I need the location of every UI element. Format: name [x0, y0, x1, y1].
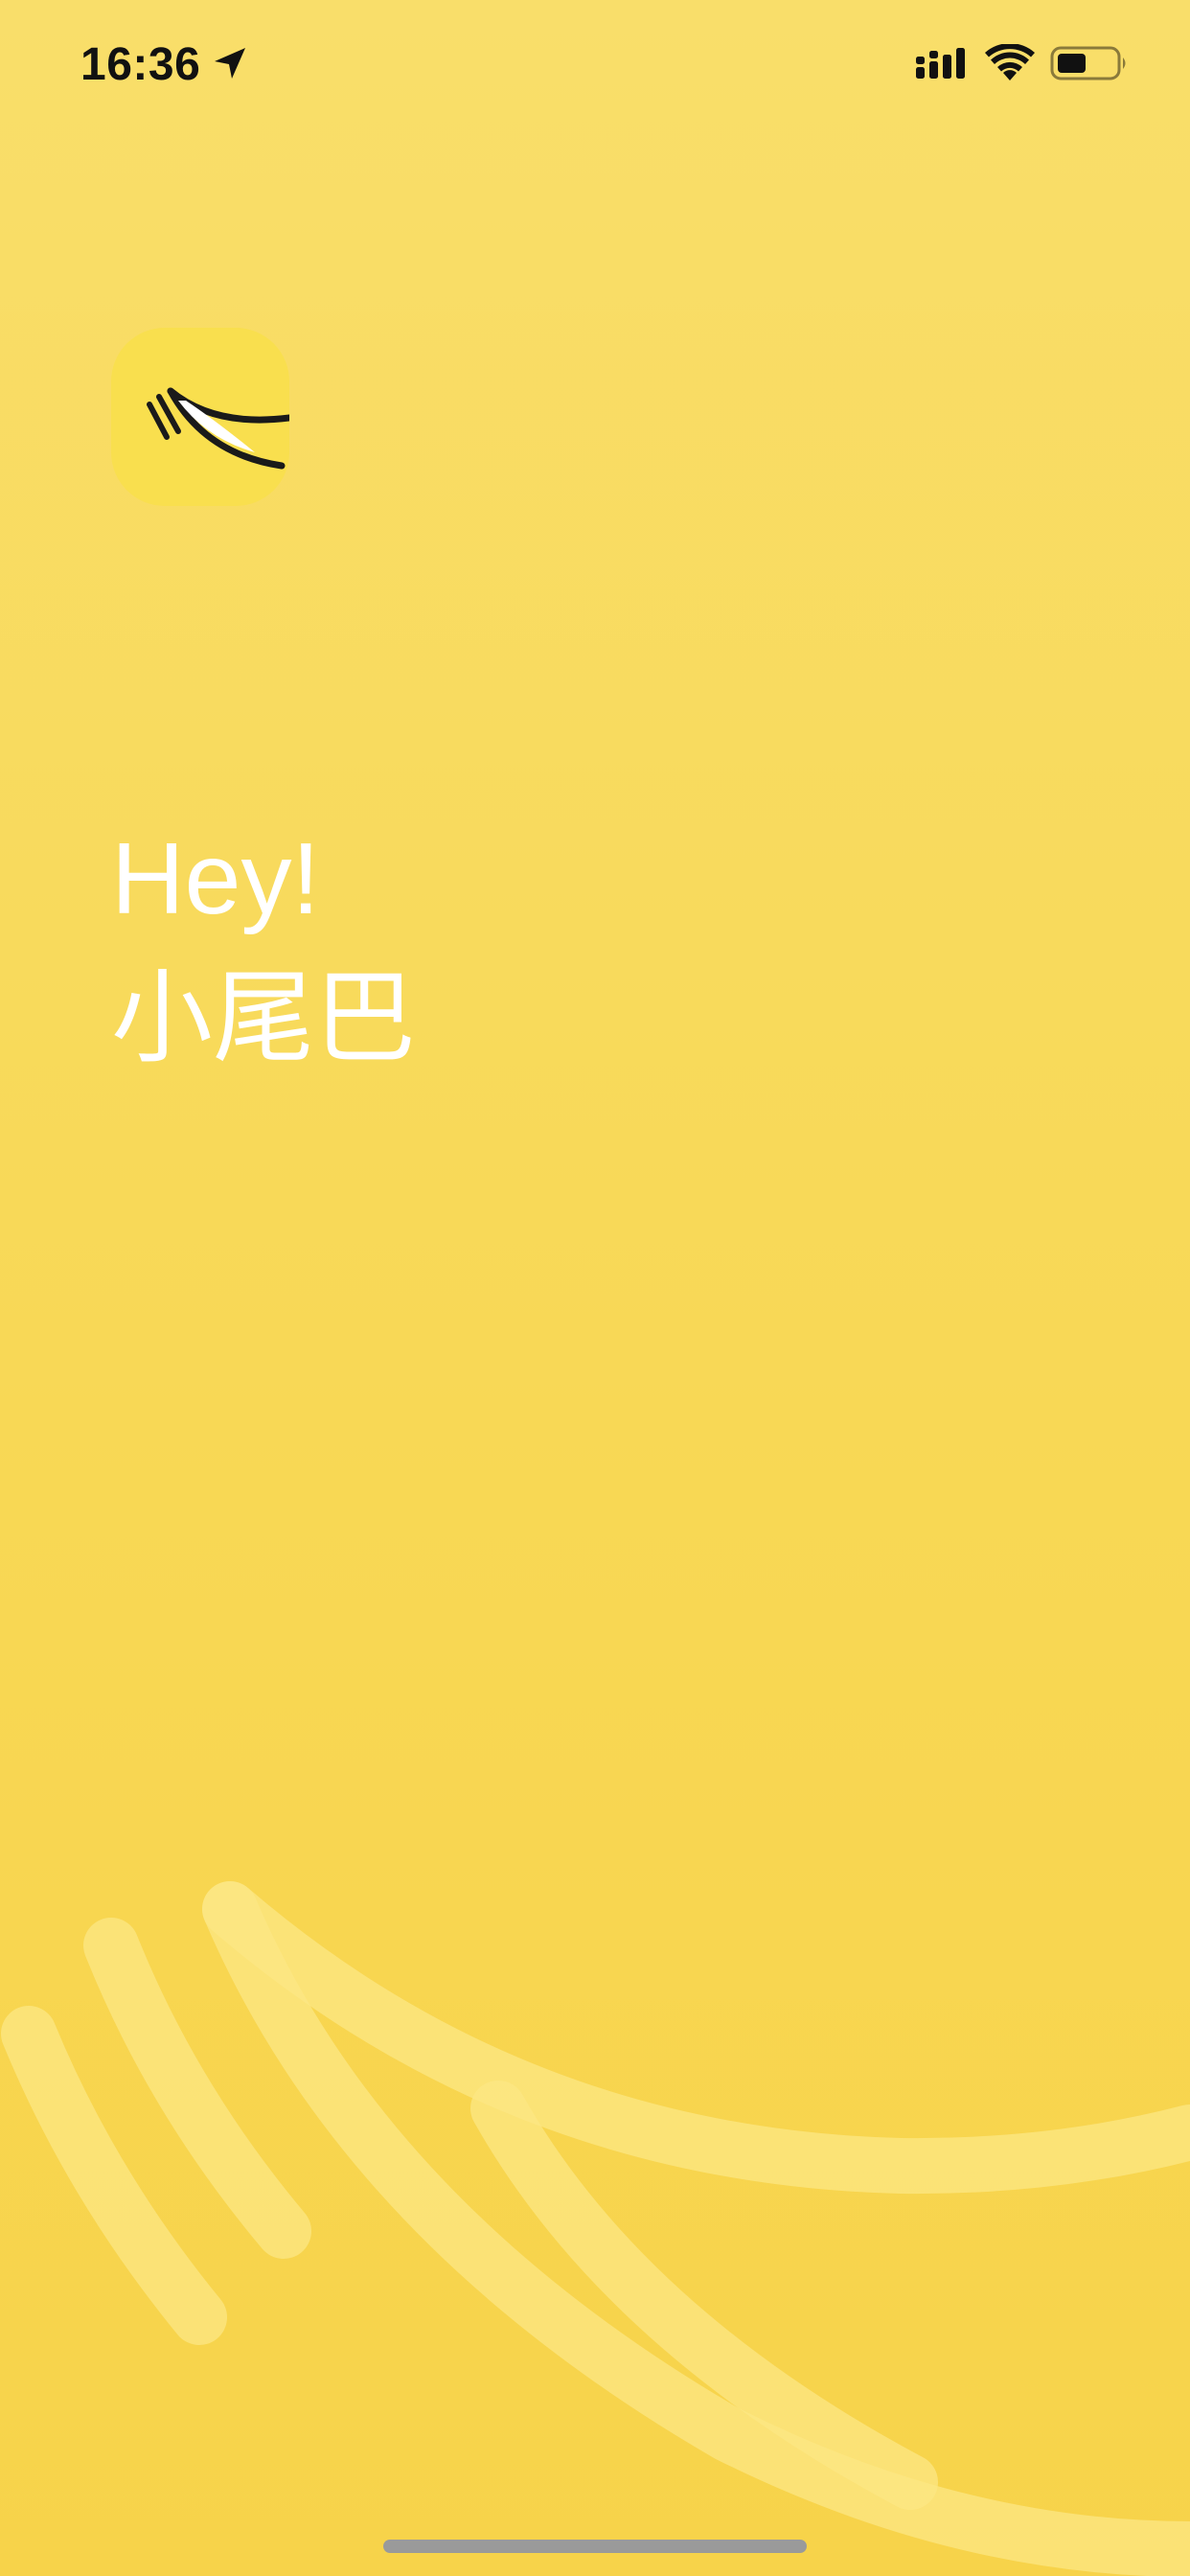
tail-watermark-graphic	[1, 1881, 1190, 2576]
status-time: 16:36	[80, 39, 201, 90]
location-arrow-icon	[215, 48, 245, 79]
status-bar: 16:36	[0, 0, 1190, 128]
greeting-text: Hey!	[111, 822, 320, 935]
home-indicator[interactable]	[383, 2540, 807, 2553]
cellular-signal-icon	[916, 48, 965, 79]
tail-logo-icon	[147, 387, 289, 470]
welcome-screen: 16:36 Hey! 小尾巴	[0, 0, 1190, 2576]
app-name-text: 小尾巴	[111, 962, 416, 1075]
app-logo	[111, 328, 289, 506]
wifi-icon	[985, 44, 1035, 80]
battery-icon	[1050, 46, 1126, 80]
